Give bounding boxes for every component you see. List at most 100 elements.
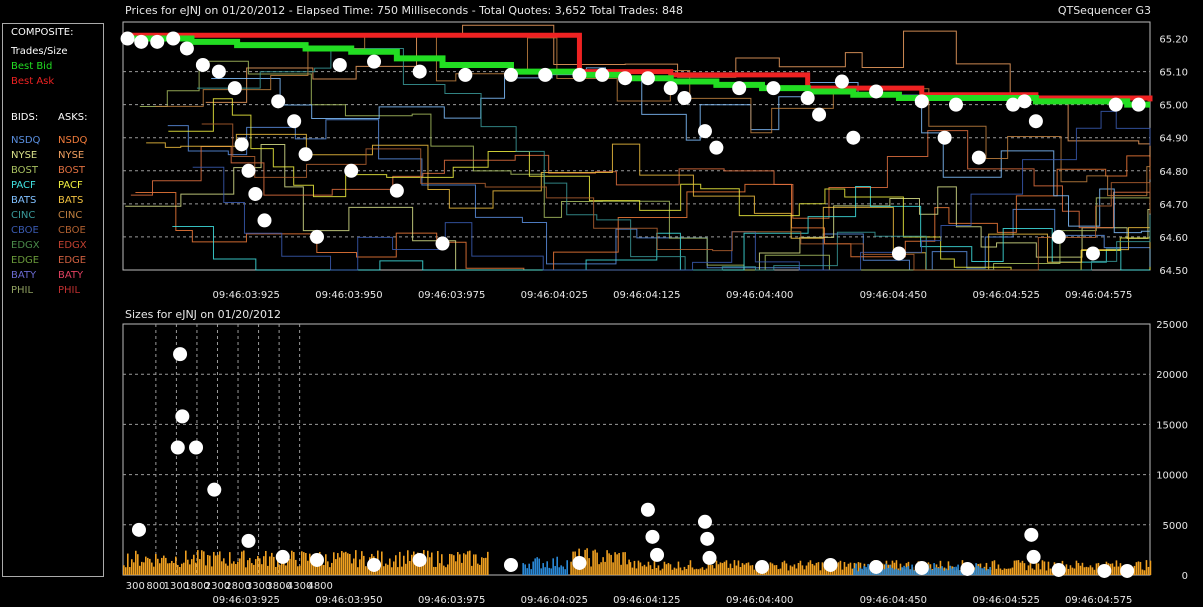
size-quote-bar bbox=[127, 553, 129, 575]
size-y-tick-label: 15000 bbox=[1156, 420, 1188, 431]
size-quote-bar bbox=[729, 563, 732, 575]
price-y-tick-label: 65.10 bbox=[1159, 68, 1188, 79]
trade-dot bbox=[1028, 114, 1043, 129]
size-quote-bar bbox=[608, 553, 610, 575]
size-quote-bar bbox=[701, 567, 704, 575]
size-quote-bar bbox=[785, 563, 788, 575]
size-quote-bar bbox=[799, 560, 802, 575]
trade-dot bbox=[732, 81, 747, 96]
size-trade-dot bbox=[367, 557, 382, 572]
size-quote-bar bbox=[817, 562, 820, 575]
size-quote-bar bbox=[863, 565, 865, 575]
price-y-tick-label: 65.20 bbox=[1159, 35, 1188, 46]
size-quote-bar bbox=[339, 557, 341, 575]
size-quote-bar bbox=[887, 567, 889, 575]
size-quote-bar bbox=[1015, 560, 1018, 575]
size-quote-bar bbox=[542, 563, 544, 575]
size-quote-bar bbox=[269, 556, 271, 575]
size-quote-bar bbox=[805, 565, 808, 575]
size-trade-dot bbox=[207, 482, 222, 497]
size-y-tick-label: 5000 bbox=[1163, 521, 1188, 532]
size-quote-bar bbox=[363, 555, 365, 575]
size-quote-bar bbox=[347, 553, 349, 575]
size-quote-bar bbox=[685, 568, 688, 575]
size-quote-bar bbox=[329, 567, 331, 575]
size-quote-bar bbox=[522, 563, 524, 575]
trade-dot bbox=[271, 94, 286, 109]
size-quote-bar bbox=[459, 554, 461, 575]
size-quote-bar bbox=[931, 570, 933, 575]
size-quote-bar bbox=[477, 563, 479, 575]
size-quote-bar bbox=[538, 558, 540, 575]
size-quote-bar bbox=[1045, 570, 1048, 575]
size-quote-bar bbox=[183, 562, 185, 575]
size-quote-bar bbox=[943, 570, 945, 575]
size-quote-bar bbox=[173, 562, 175, 575]
size-quote-bar bbox=[131, 559, 133, 575]
size-quote-bar bbox=[999, 568, 1002, 575]
size-quote-bar bbox=[997, 564, 1000, 575]
size-quote-bar bbox=[217, 554, 219, 575]
size-quote-bar bbox=[1091, 567, 1094, 575]
size-quote-bar bbox=[215, 555, 217, 575]
size-trade-dot bbox=[572, 555, 587, 570]
size-quote-bar bbox=[534, 558, 536, 575]
size-quote-bar bbox=[847, 563, 850, 575]
size-quote-bar bbox=[1037, 563, 1040, 575]
size-quote-bar bbox=[713, 568, 716, 575]
size-frame bbox=[122, 323, 1151, 576]
size-quote-bar bbox=[811, 563, 814, 575]
size-quote-bar bbox=[779, 568, 782, 575]
trade-dot bbox=[677, 91, 692, 106]
size-trade-dot bbox=[645, 529, 660, 544]
size-quote-bar bbox=[566, 560, 568, 575]
size-quote-bar bbox=[141, 561, 143, 575]
size-quote-bar bbox=[1141, 569, 1144, 575]
size-quote-bar bbox=[1095, 563, 1098, 575]
size-quote-bar bbox=[807, 562, 810, 575]
trade-dot bbox=[195, 57, 210, 72]
size-trade-dot bbox=[175, 409, 190, 424]
trade-dot bbox=[134, 34, 149, 49]
size-quote-bar bbox=[596, 552, 598, 575]
size-quote-bar bbox=[635, 568, 638, 575]
size-quote-bar bbox=[604, 561, 606, 575]
size-quote-bar bbox=[989, 566, 991, 575]
size-quote-bar bbox=[481, 557, 483, 575]
size-quote-bar bbox=[249, 557, 251, 575]
size-quote-bar bbox=[725, 560, 728, 575]
size-quote-bar bbox=[239, 558, 241, 575]
size-quote-bar bbox=[365, 566, 367, 575]
size-quote-bar bbox=[1135, 562, 1138, 575]
size-quote-bar bbox=[1011, 567, 1014, 575]
size-quote-bar bbox=[453, 555, 455, 575]
size-quote-bar bbox=[1025, 570, 1028, 575]
size-quote-bar bbox=[381, 551, 383, 575]
size-quote-bar bbox=[435, 566, 437, 575]
size-quote-bar bbox=[723, 561, 726, 575]
trade-dot bbox=[595, 67, 610, 82]
size-quote-bar bbox=[159, 563, 161, 575]
trade-dot bbox=[812, 107, 827, 122]
size-quote-bar bbox=[841, 569, 844, 575]
trade-dot bbox=[937, 130, 952, 145]
size-quote-bar bbox=[851, 568, 854, 575]
size-trade-dot bbox=[412, 552, 427, 567]
size-quote-bar bbox=[1043, 561, 1046, 575]
size-quote-bar bbox=[1007, 568, 1010, 575]
size-quote-bar bbox=[361, 551, 363, 575]
size-quote-bar bbox=[299, 565, 301, 575]
size-quote-bar bbox=[733, 560, 736, 575]
size-quote-bar bbox=[560, 565, 562, 575]
size-quote-bar bbox=[343, 552, 345, 575]
size-quote-bar bbox=[614, 552, 616, 575]
size-quote-bar bbox=[237, 561, 239, 575]
trade-dot bbox=[971, 150, 986, 165]
size-quote-bar bbox=[349, 553, 351, 575]
trade-dot bbox=[1131, 97, 1146, 112]
size-time-label: 09:46:04:450 bbox=[860, 595, 927, 606]
size-quote-bar bbox=[697, 569, 700, 575]
size-quote-bar bbox=[443, 565, 445, 575]
size-quote-bar bbox=[1047, 561, 1050, 575]
size-quote-bar bbox=[427, 550, 429, 575]
